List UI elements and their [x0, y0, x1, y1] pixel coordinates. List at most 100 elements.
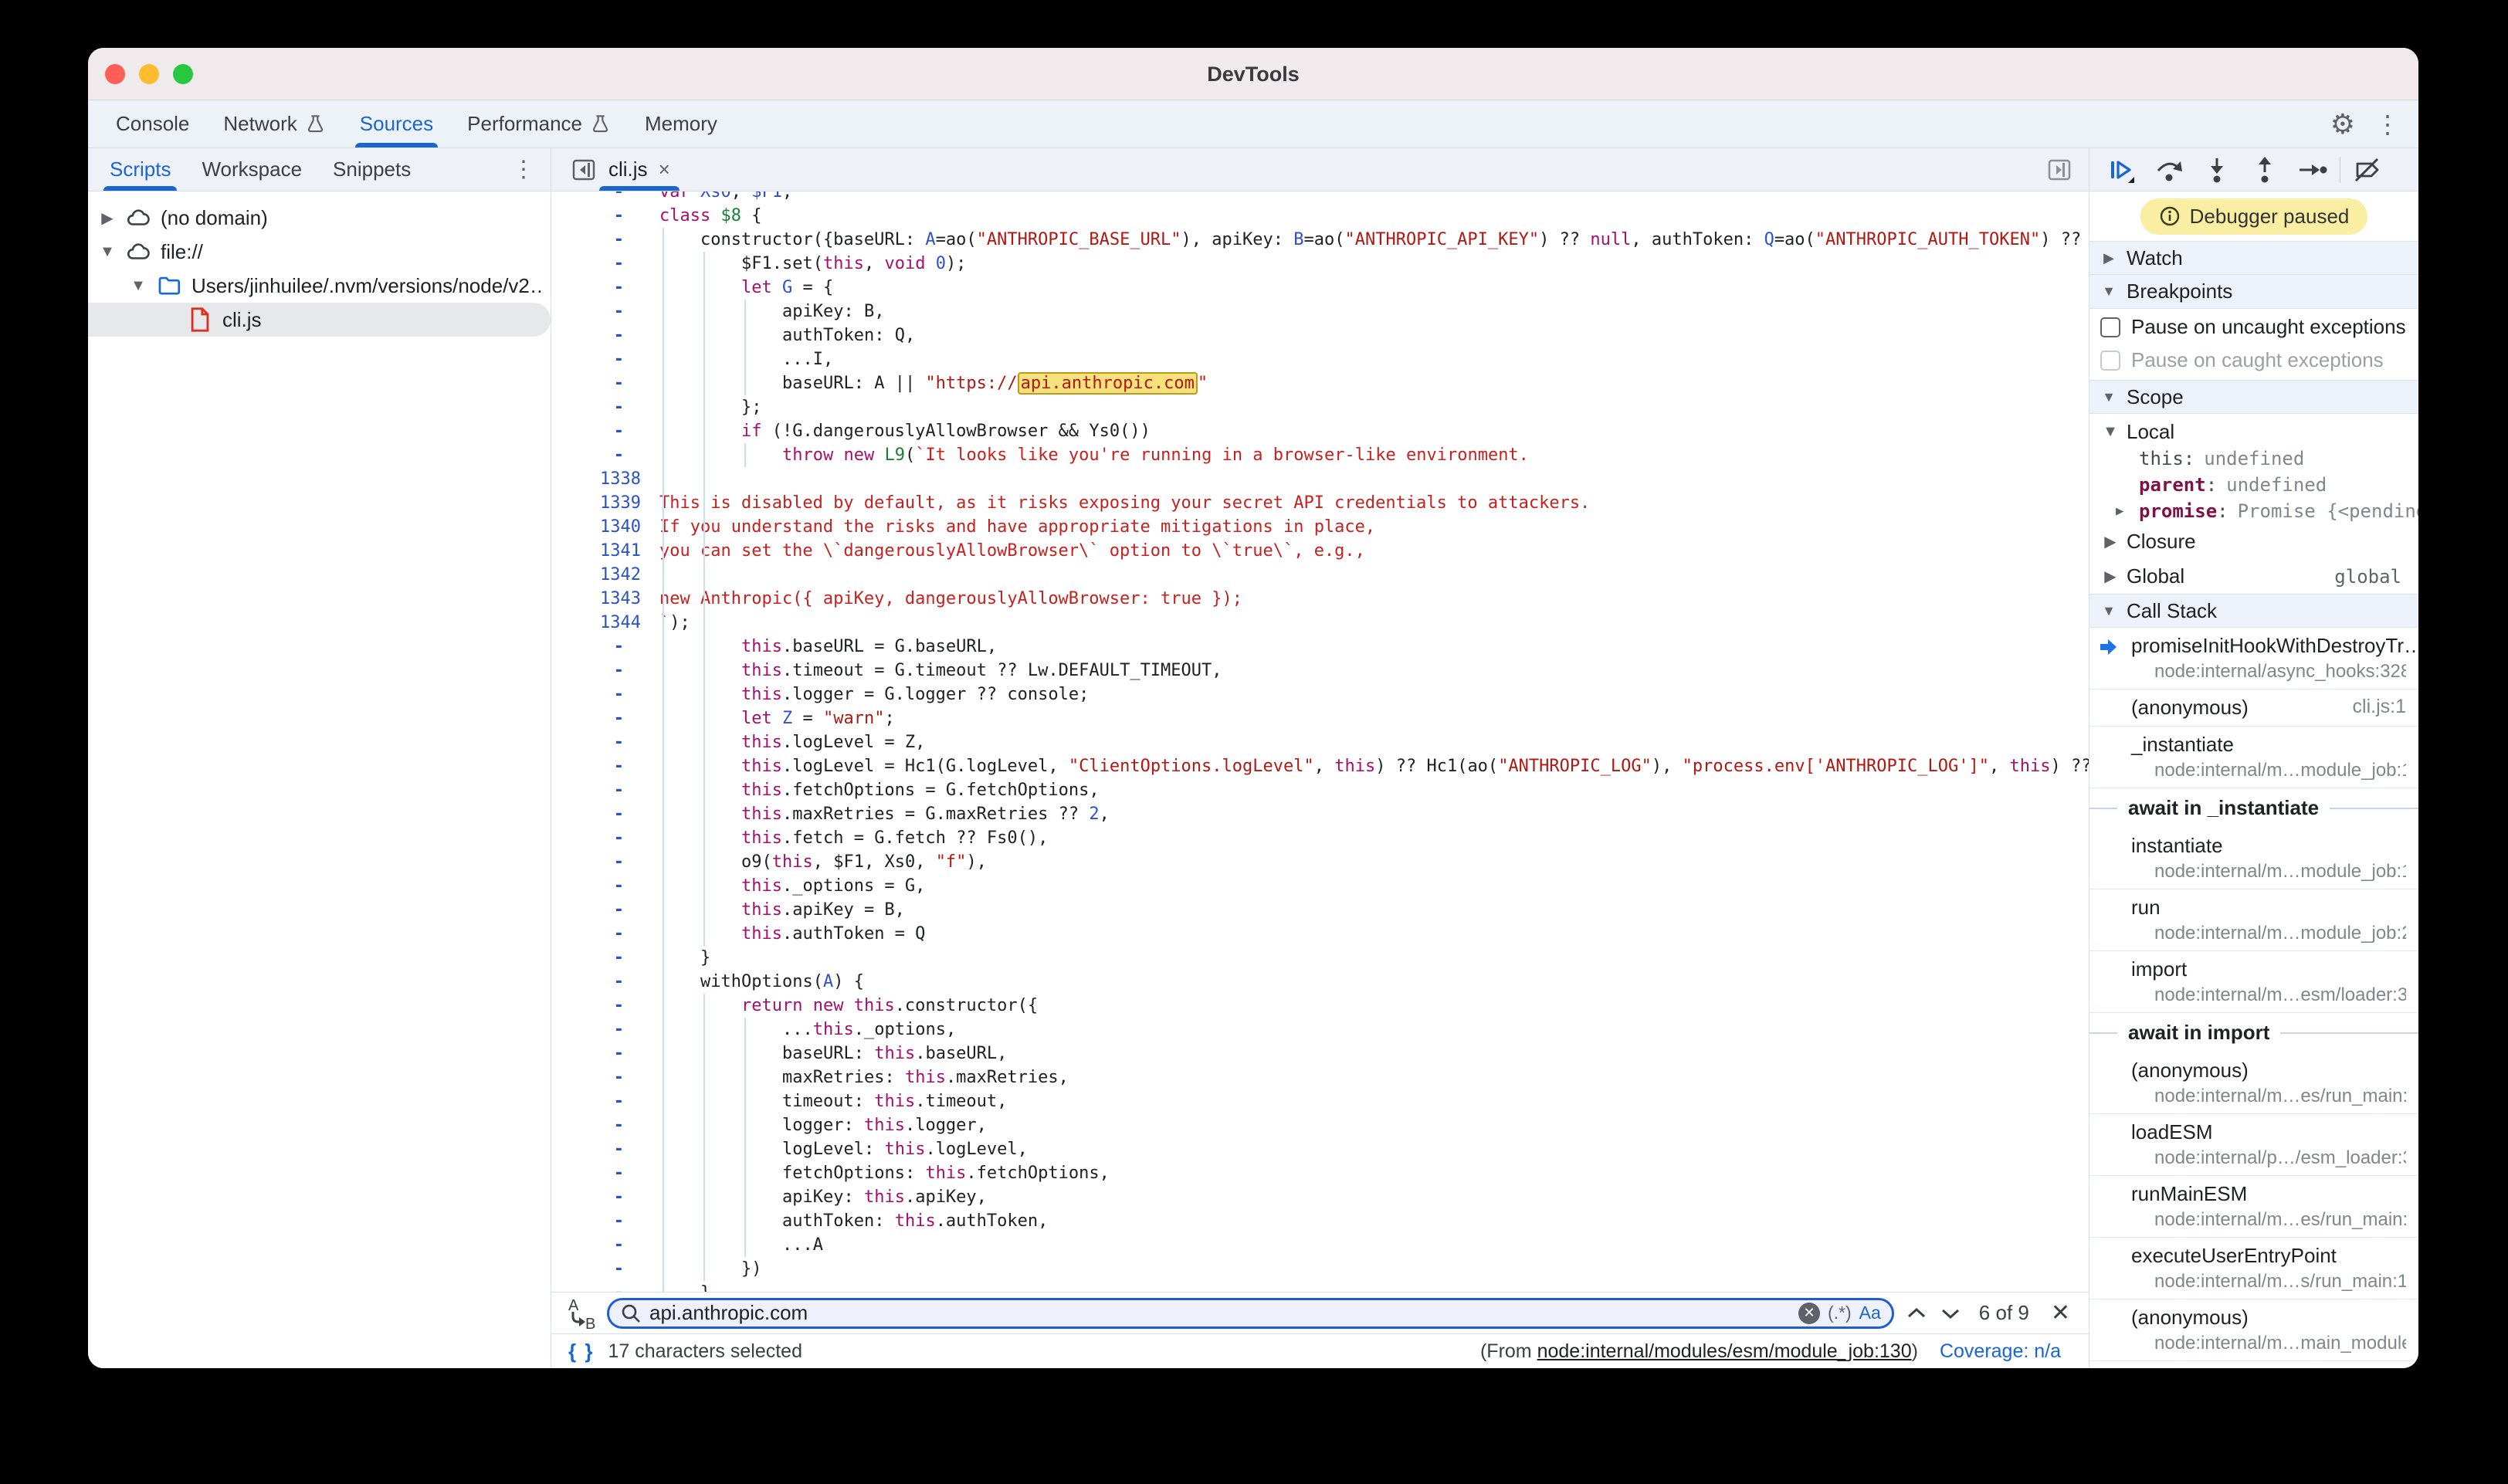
call-stack-frame[interactable]: (anonymous)node:internal/m…es/run_main:9…: [2089, 1052, 2418, 1114]
code-line[interactable]: -this.authToken = Q: [551, 922, 2089, 946]
call-stack-frame[interactable]: executeUserEntryPointnode:internal/m…s/r…: [2089, 1238, 2418, 1299]
collapse-marker[interactable]: -: [551, 1281, 652, 1292]
code-line[interactable]: -baseURL: A || "https://api.anthropic.co…: [551, 371, 2089, 395]
replace-toggle-icon[interactable]: AB: [565, 1296, 596, 1330]
collapse-marker[interactable]: -: [551, 1233, 652, 1257]
collapse-marker[interactable]: -: [551, 371, 652, 395]
code-line[interactable]: -logger: this.logger,: [551, 1113, 2089, 1137]
code-line[interactable]: 1341you can set the \`dangerouslyAllowBr…: [551, 539, 2089, 563]
collapse-marker[interactable]: -: [551, 204, 652, 228]
code-line[interactable]: -var Xs0, $F1;: [551, 191, 2089, 204]
main-tab-console[interactable]: Console: [99, 100, 206, 147]
next-match-icon[interactable]: [1939, 1306, 1962, 1321]
scope-entry-promise[interactable]: ▶promise:Promise {<pending>}: [2089, 498, 2418, 524]
breakpoint-option[interactable]: Pause on caught exceptions: [2089, 342, 2418, 375]
watch-section-header[interactable]: ▶ Watch: [2089, 241, 2418, 275]
collapse-marker[interactable]: -: [551, 1042, 652, 1066]
collapse-marker[interactable]: -: [551, 1066, 652, 1089]
code-line[interactable]: 1338: [551, 467, 2089, 491]
collapse-marker[interactable]: -: [551, 191, 652, 204]
chevron-down-icon[interactable]: ▼: [130, 277, 147, 295]
collapse-marker[interactable]: -: [551, 946, 652, 970]
code-line[interactable]: -maxRetries: this.maxRetries,: [551, 1066, 2089, 1089]
code-line[interactable]: -this.fetchOptions = G.fetchOptions,: [551, 778, 2089, 802]
collapse-marker[interactable]: -: [551, 683, 652, 706]
code-line[interactable]: -...I,: [551, 347, 2089, 371]
collapse-marker[interactable]: -: [551, 778, 652, 802]
code-line[interactable]: -this._options = G,: [551, 874, 2089, 898]
call-stack-frame[interactable]: promiseInitHookWithDestroyTr…node:intern…: [2089, 628, 2418, 689]
step-into-icon[interactable]: [2193, 148, 2241, 191]
call-stack-frame[interactable]: _instantiatenode:internal/m…module_job:1…: [2089, 727, 2418, 788]
code-line[interactable]: -logLevel: this.logLevel,: [551, 1137, 2089, 1161]
navigator-tab-workspace[interactable]: Workspace: [186, 148, 317, 191]
collapse-marker[interactable]: -: [551, 898, 652, 922]
collapse-marker[interactable]: -: [551, 922, 652, 946]
collapse-marker[interactable]: -: [551, 754, 652, 778]
code-line[interactable]: -...A: [551, 1233, 2089, 1257]
collapse-marker[interactable]: -: [551, 1161, 652, 1185]
collapse-marker[interactable]: -: [551, 730, 652, 754]
code-line[interactable]: 1342: [551, 563, 2089, 587]
previous-match-icon[interactable]: [1905, 1306, 1928, 1321]
hide-navigator-icon[interactable]: [570, 156, 598, 184]
call-stack-frame[interactable]: (anonymous)cli.js:1: [2089, 689, 2418, 727]
main-tab-performance[interactable]: Performance: [450, 100, 628, 147]
code-line[interactable]: -fetchOptions: this.fetchOptions,: [551, 1161, 2089, 1185]
call-stack-frame[interactable]: (anonymous)node:internal/m…main_module:2: [2089, 1299, 2418, 1361]
code-line[interactable]: 1344`);: [551, 611, 2089, 635]
navigator-tab-snippets[interactable]: Snippets: [317, 148, 426, 191]
scope-entry-this[interactable]: this:undefined: [2089, 446, 2418, 472]
expand-right-panel-icon[interactable]: [2045, 156, 2089, 184]
breakpoint-option[interactable]: Pause on uncaught exceptions: [2089, 309, 2418, 342]
scope-closure-row[interactable]: ▶ Closure: [2089, 524, 2418, 559]
code-line[interactable]: -this.logLevel = Hc1(G.logLevel, "Client…: [551, 754, 2089, 778]
main-tab-memory[interactable]: Memory: [628, 100, 734, 147]
tree-item-users-jinhuilee-nvm-versions-node-v2-[interactable]: ▼Users/jinhuilee/.nvm/versions/node/v2…: [88, 269, 551, 303]
code-line[interactable]: -this.baseURL = G.baseURL,: [551, 635, 2089, 659]
search-input[interactable]: [649, 1301, 1791, 1325]
collapse-marker[interactable]: -: [551, 443, 652, 467]
tree-item-file-[interactable]: ▼file://: [88, 235, 551, 269]
collapse-marker[interactable]: -: [551, 1113, 652, 1137]
code-line[interactable]: -this.logger = G.logger ?? console;: [551, 683, 2089, 706]
regex-toggle[interactable]: (.*): [1828, 1303, 1852, 1323]
collapse-marker[interactable]: -: [551, 276, 652, 300]
collapse-marker[interactable]: -: [551, 347, 652, 371]
scope-entry-parent[interactable]: parent:undefined: [2089, 472, 2418, 498]
code-line[interactable]: -if (!G.dangerouslyAllowBrowser && Ys0()…: [551, 419, 2089, 443]
code-line[interactable]: -class $8 {: [551, 204, 2089, 228]
code-line[interactable]: -authToken: Q,: [551, 324, 2089, 347]
collapse-marker[interactable]: -: [551, 994, 652, 1018]
collapse-marker[interactable]: -: [551, 659, 652, 683]
collapse-marker[interactable]: -: [551, 826, 652, 850]
coverage-link[interactable]: Coverage: n/a: [1940, 1340, 2061, 1363]
code-line[interactable]: -constructor({baseURL: A=ao("ANTHROPIC_B…: [551, 228, 2089, 252]
code-line[interactable]: -authToken: this.authToken,: [551, 1209, 2089, 1233]
breakpoints-section-header[interactable]: ▼ Breakpoints: [2089, 275, 2418, 309]
collapse-marker[interactable]: -: [551, 1185, 652, 1209]
chevron-right-icon[interactable]: ▶: [99, 208, 116, 228]
scope-global-row[interactable]: ▶ Global global: [2089, 559, 2418, 594]
tree-item-cli-js[interactable]: cli.js: [88, 303, 551, 337]
scope-local-row[interactable]: ▼ Local: [2089, 414, 2418, 446]
collapse-marker[interactable]: -: [551, 228, 652, 252]
call-stack-frame[interactable]: runMainESMnode:internal/m…es/run_main:98: [2089, 1176, 2418, 1238]
code-line[interactable]: -this.maxRetries = G.maxRetries ?? 2,: [551, 802, 2089, 826]
clear-search-icon[interactable]: ✕: [1798, 1303, 1820, 1324]
step-out-icon[interactable]: [2241, 148, 2289, 191]
collapse-marker[interactable]: -: [551, 419, 652, 443]
more-options-kebab-icon[interactable]: ⋮: [2375, 112, 2400, 137]
deactivate-breakpoints-icon[interactable]: [2344, 148, 2391, 191]
code-line[interactable]: -};: [551, 395, 2089, 419]
callstack-section-header[interactable]: ▼ Call Stack: [2089, 594, 2418, 628]
collapse-marker[interactable]: -: [551, 970, 652, 994]
code-line[interactable]: -this.timeout = G.timeout ?? Lw.DEFAULT_…: [551, 659, 2089, 683]
code-line[interactable]: -return new this.constructor({: [551, 994, 2089, 1018]
pretty-print-icon[interactable]: { }: [568, 1340, 594, 1364]
collapse-marker[interactable]: -: [551, 395, 652, 419]
call-stack-frame[interactable]: importnode:internal/m…esm/loader:329: [2089, 951, 2418, 1013]
collapse-marker[interactable]: -: [551, 1089, 652, 1113]
code-line[interactable]: 1339This is disabled by default, as it r…: [551, 491, 2089, 515]
settings-gear-icon[interactable]: ⚙: [2330, 110, 2355, 138]
